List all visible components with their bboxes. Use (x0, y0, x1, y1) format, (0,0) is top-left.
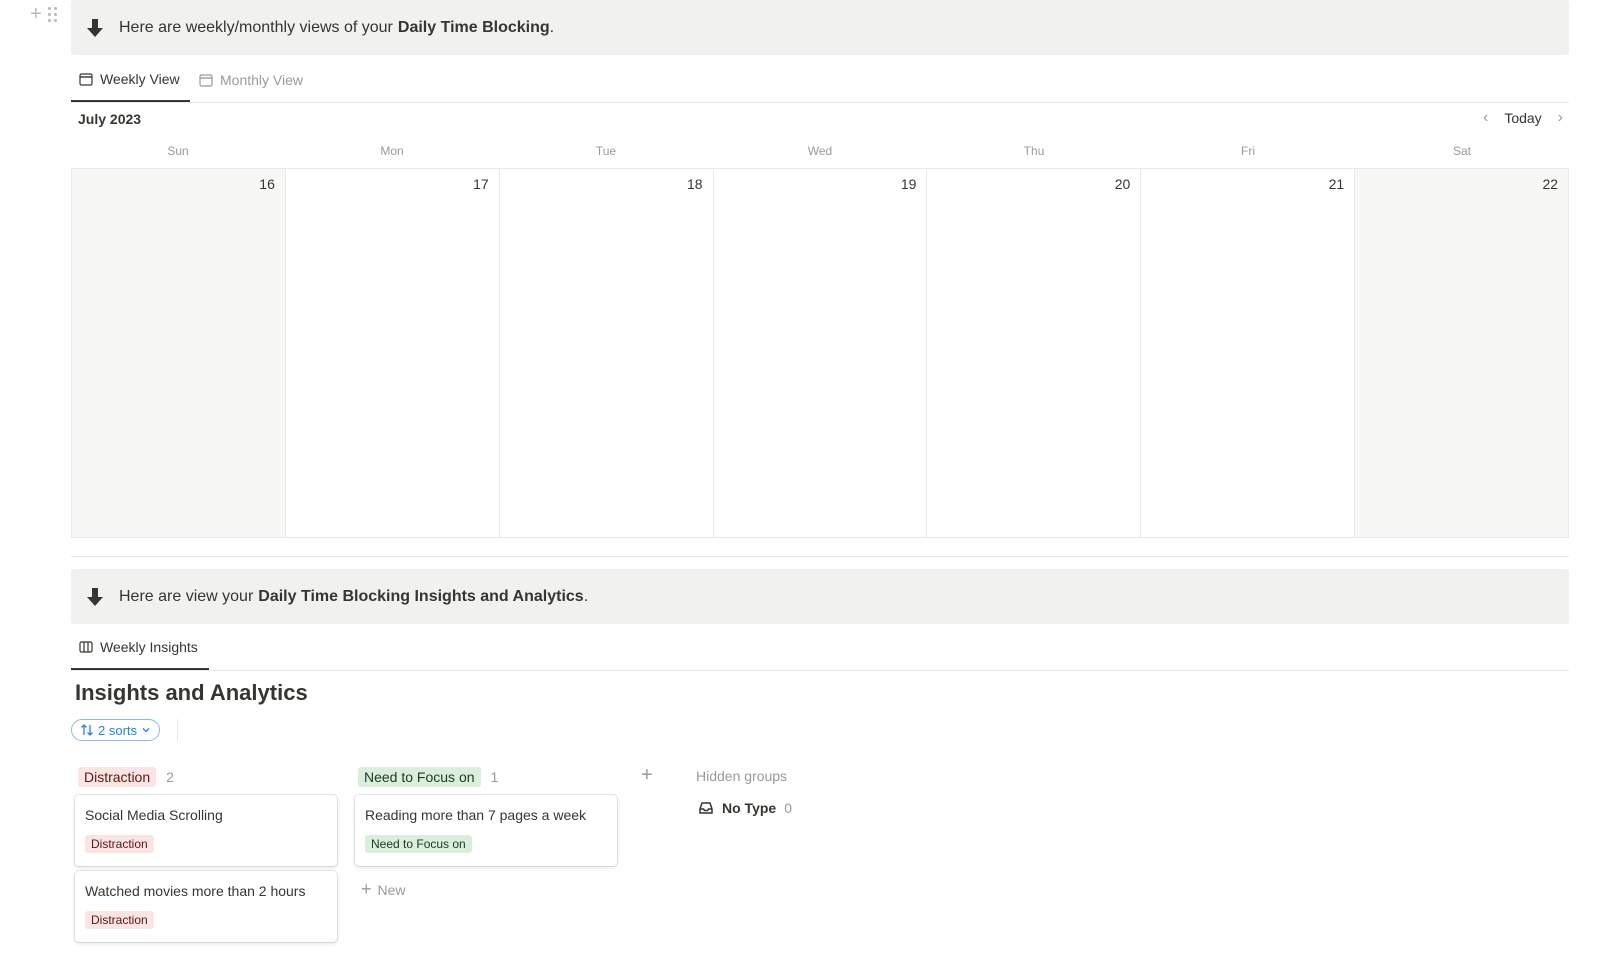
card-tag: Need to Focus on (365, 835, 472, 853)
add-group-icon[interactable]: + (641, 764, 653, 787)
new-label: New (377, 881, 406, 898)
board-card[interactable]: Social Media Scrolling Distraction (75, 795, 337, 866)
day-number: 18 (687, 176, 703, 192)
weekday-label: Mon (380, 144, 404, 158)
calendar-week-grid: 16 17 18 19 20 21 22 (71, 168, 1569, 538)
sort-button[interactable]: 2 sorts (71, 719, 161, 741)
day-number: 17 (473, 176, 489, 192)
plus-icon: + (361, 879, 372, 899)
calendar-day-cell[interactable]: 16 (72, 169, 286, 537)
weekday-label: Thu (1023, 144, 1045, 158)
tab-monthly-view[interactable]: Monthly View (191, 57, 315, 102)
insights-view-tabs: Weekly Insights (71, 625, 1569, 671)
card-tag: Distraction (85, 911, 154, 929)
divider (71, 556, 1569, 557)
hidden-group-label: No Type (722, 800, 777, 816)
today-button[interactable]: Today (1504, 110, 1541, 126)
board-title: Insights and Analytics (75, 680, 308, 705)
weekday-label: Tue (595, 144, 617, 158)
card-tag: Distraction (85, 835, 154, 853)
sort-icon (81, 724, 93, 736)
inbox-icon (699, 802, 713, 814)
calendar-day-cell[interactable]: 19 (714, 169, 928, 537)
group-count: 2 (166, 769, 174, 785)
weekday-label: Wed (807, 144, 833, 158)
day-number: 21 (1328, 176, 1345, 192)
arrow-down-icon (87, 18, 103, 37)
calendar-day-cell[interactable]: 21 (1141, 169, 1356, 537)
calendar-day-cell[interactable]: 17 (286, 169, 500, 537)
callout-insights: Here are view your Daily Time Blocking I… (71, 569, 1569, 624)
board-card[interactable]: Watched movies more than 2 hours Distrac… (75, 871, 337, 942)
weekday-label: Sat (1452, 144, 1471, 158)
day-number: 22 (1542, 176, 1559, 192)
calendar-day-cell[interactable]: 18 (500, 169, 714, 537)
board-card[interactable]: Reading more than 7 pages a week Need to… (355, 795, 617, 866)
card-title: Watched movies more than 2 hours (85, 883, 306, 899)
tab-label: Weekly Insights (100, 638, 198, 655)
weekday-label: Fri (1241, 144, 1255, 158)
arrow-down-icon (87, 587, 103, 606)
group-tag: Need to Focus on (358, 767, 481, 787)
add-block-icon[interactable]: + (30, 4, 42, 24)
day-number: 20 (1114, 176, 1131, 192)
callout-tail: . (583, 587, 589, 605)
day-number: 16 (259, 176, 275, 192)
chevron-down-icon (142, 728, 150, 733)
calendar-month-title: July 2023 (78, 111, 142, 127)
tab-label: Weekly View (100, 70, 180, 87)
hidden-groups-title: Hidden groups (696, 768, 788, 784)
hidden-group-no-type[interactable]: No Type 0 (698, 800, 792, 816)
callout-tail: . (549, 18, 555, 36)
new-card-button[interactable]: + New (361, 879, 406, 900)
calendar-icon (79, 72, 93, 86)
group-count: 1 (490, 769, 499, 785)
calendar-view-tabs: Weekly View Monthly View (71, 57, 1569, 103)
hidden-group-count: 0 (784, 800, 792, 816)
chevron-left-icon[interactable]: ‹ (1477, 109, 1494, 127)
weekday-label: Sun (167, 144, 189, 158)
calendar-icon (199, 73, 213, 87)
calendar-day-cell[interactable]: 22 (1355, 169, 1569, 537)
callout-strong-text: Daily Time Blocking Insights and Analyti… (258, 587, 584, 605)
block-handle[interactable]: + (30, 4, 66, 24)
tab-label: Monthly View (220, 71, 304, 88)
tab-weekly-view[interactable]: Weekly View (71, 57, 190, 102)
board-icon (79, 640, 93, 653)
column-header-distraction[interactable]: Distraction 2 (78, 767, 174, 787)
tab-weekly-insights[interactable]: Weekly Insights (71, 625, 209, 670)
day-number: 19 (900, 176, 917, 192)
weekday-header: Sun Mon Tue Wed Thu Fri Sat (71, 144, 1569, 168)
calendar-navigation: ‹ Today › (1477, 109, 1569, 127)
callout-text: Here are weekly/monthly views of your (119, 18, 393, 36)
card-title: Social Media Scrolling (85, 807, 223, 823)
callout-weekly-monthly: Here are weekly/monthly views of your Da… (71, 0, 1569, 55)
drag-handle-icon[interactable] (47, 6, 57, 22)
calendar-day-cell[interactable]: 20 (927, 169, 1142, 537)
card-title: Reading more than 7 pages a week (365, 807, 587, 823)
toolbar-separator (177, 719, 178, 741)
group-tag: Distraction (78, 767, 157, 787)
chevron-right-icon[interactable]: › (1552, 109, 1569, 127)
callout-strong-text: Daily Time Blocking (397, 18, 550, 36)
column-header-need-to-focus[interactable]: Need to Focus on 1 (358, 767, 498, 787)
sort-label: 2 sorts (98, 722, 138, 738)
callout-text: Here are view your (119, 587, 254, 605)
